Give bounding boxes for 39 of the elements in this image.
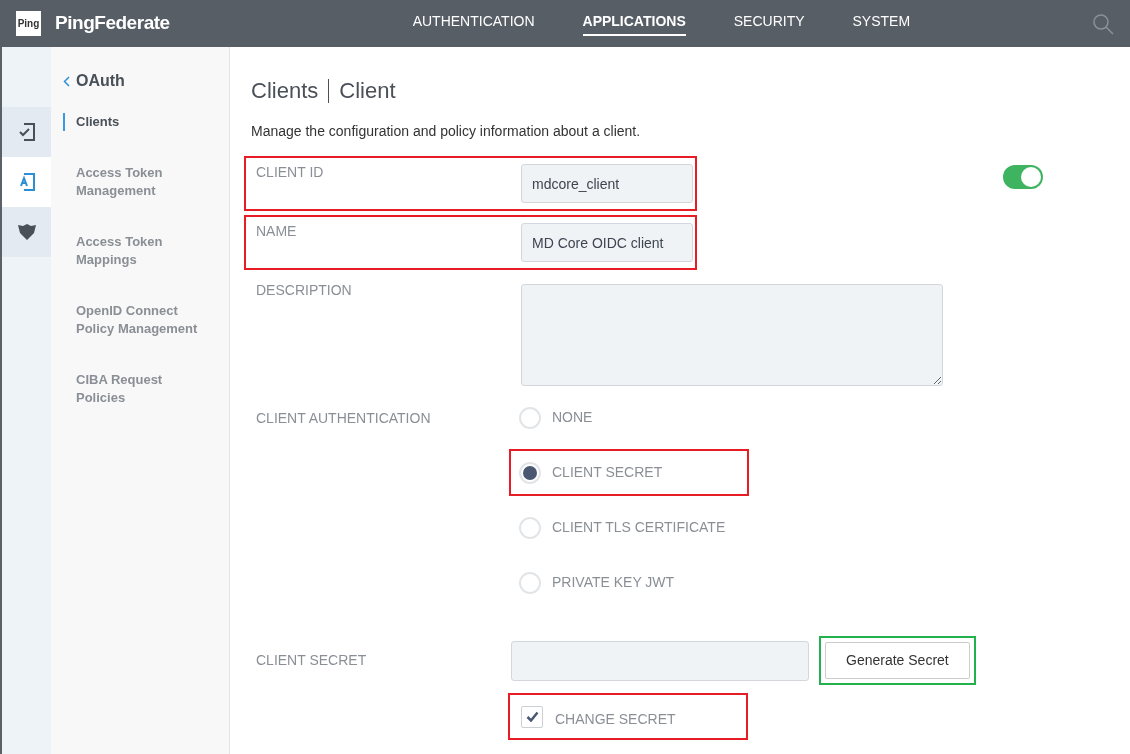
radio-button[interactable] bbox=[519, 406, 541, 429]
secret-field[interactable] bbox=[511, 640, 809, 681]
nav-tab[interactable]: AUTHENTICATION bbox=[412, 11, 535, 36]
back-link[interactable]: OAuth bbox=[63, 69, 229, 93]
checkbox-label: CHANGE SECRET bbox=[555, 710, 676, 729]
page-title: Clients bbox=[251, 79, 319, 103]
radio-button[interactable] bbox=[519, 516, 541, 539]
nav-tab[interactable]: APPLICATIONS bbox=[582, 11, 686, 36]
search-icon[interactable] bbox=[1092, 12, 1114, 35]
radio-label: NONE bbox=[552, 408, 593, 427]
text-field[interactable]: MD Core OIDC client bbox=[521, 223, 693, 262]
app-icon bbox=[17, 172, 36, 192]
generate-secret-button[interactable]: Generate Secret bbox=[825, 642, 970, 679]
chevron-left-icon bbox=[63, 75, 70, 87]
shield-icon bbox=[16, 223, 37, 241]
nav-tab[interactable]: SECURITY bbox=[733, 11, 805, 36]
radio-button[interactable] bbox=[519, 461, 541, 484]
toggle-switch[interactable] bbox=[1003, 165, 1043, 189]
logo-badge: Ping bbox=[16, 11, 41, 36]
text-field[interactable]: mdcore_client bbox=[521, 164, 693, 203]
checkmark-icon bbox=[525, 711, 539, 722]
product-name: PingFederate bbox=[55, 11, 170, 36]
nav-tab[interactable]: SYSTEM bbox=[852, 11, 911, 36]
sidebar-item[interactable]: Clients bbox=[63, 113, 213, 131]
page-description: Manage the configuration and policy information about a client. bbox=[250, 122, 642, 141]
radio-button[interactable] bbox=[519, 571, 541, 594]
field-label: NAME bbox=[256, 222, 298, 241]
description-field[interactable] bbox=[521, 284, 943, 386]
back-label: OAuth bbox=[76, 71, 125, 91]
radio-label: CLIENT TLS CERTIFICATE bbox=[552, 518, 726, 537]
checkbox[interactable] bbox=[521, 705, 543, 728]
field-label: CLIENT SECRET bbox=[256, 651, 368, 670]
radio-label: PRIVATE KEY JWT bbox=[552, 573, 675, 592]
checklist-icon bbox=[17, 122, 36, 142]
page-title: Client bbox=[328, 79, 396, 103]
field-label: CLIENT ID bbox=[256, 163, 325, 182]
field-label: CLIENT AUTHENTICATION bbox=[256, 409, 432, 428]
field-label: DESCRIPTION bbox=[256, 281, 353, 300]
radio-label: CLIENT SECRET bbox=[552, 463, 663, 482]
